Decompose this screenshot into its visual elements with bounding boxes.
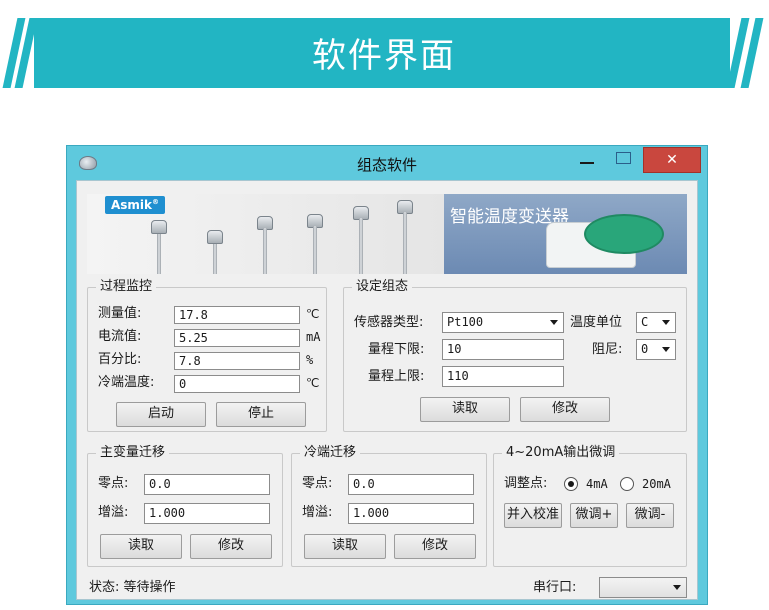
serial-port-label: 串行口:	[533, 580, 577, 595]
close-button[interactable]: ✕	[643, 147, 701, 173]
product-image: Asmik® 智能温度变送器	[87, 194, 687, 274]
sensor-stem	[313, 226, 317, 274]
chevron-down-icon	[662, 347, 670, 352]
brand-mark: ®	[152, 198, 160, 206]
pv-gain-label: 增溢:	[98, 505, 129, 520]
process-monitor-group: 过程监控 测量值: 17.8 ℃ 电流值: 5.25 mA 百分比: 7.8 %…	[87, 279, 327, 432]
cj-gain-label: 增溢:	[302, 505, 333, 520]
start-button[interactable]: 启动	[116, 402, 206, 427]
current-field[interactable]: 5.25	[174, 329, 300, 347]
cj-gain-field[interactable]: 1.000	[348, 503, 474, 524]
status-text: 状态: 等待操作	[89, 580, 176, 595]
chevron-down-icon	[662, 320, 670, 325]
damping-select[interactable]: 0	[636, 339, 676, 360]
window-title: 组态软件	[356, 156, 417, 174]
cj-shift-group: 冷端迁移 零点: 0.0 增溢: 1.000 读取 修改	[291, 445, 487, 567]
brand-logo: Asmik®	[105, 196, 166, 214]
damping-value: 0	[641, 342, 649, 356]
sensor-stem	[403, 212, 407, 274]
sensor-stem	[213, 244, 217, 274]
chevron-down-icon	[673, 585, 681, 590]
temp-unit-value: C	[641, 315, 649, 329]
sensor-stem	[359, 218, 363, 274]
banner-title: 软件界面	[312, 36, 456, 76]
header-banner: 软件界面	[2, 18, 764, 88]
trim-down-button[interactable]: 微调-	[626, 503, 674, 528]
brand-name: Asmik	[111, 198, 153, 212]
config-read-button[interactable]: 读取	[420, 397, 510, 422]
pv-zero-label: 零点:	[98, 476, 129, 491]
group-title: 主变量迁移	[96, 445, 170, 461]
sensor-head	[151, 220, 167, 234]
sensor-stem	[263, 228, 267, 274]
output-trim-group: 4~20mA输出微调 调整点: 4mA 20mA 并入校准 微调+ 微调-	[493, 445, 687, 567]
range-high-field[interactable]: 110	[442, 366, 564, 387]
config-group: 设定组态 传感器类型: Pt100 温度单位 C 量程下限: 10 阻尼: 0 …	[343, 279, 687, 432]
pv-gain-field[interactable]: 1.000	[144, 503, 270, 524]
pv-read-button[interactable]: 读取	[100, 534, 182, 559]
range-low-label: 量程下限:	[368, 342, 425, 357]
config-window: 组态软件 ✕ Asmik® 智能温度变送器 过程监控 测量值: 17.8 ℃ 电…	[66, 145, 708, 605]
range-high-label: 量程上限:	[368, 369, 425, 384]
serial-port-select[interactable]	[599, 577, 687, 598]
sensor-type-select[interactable]: Pt100	[442, 312, 564, 333]
sensor-stem	[157, 234, 161, 274]
adjust-point-label: 调整点:	[504, 476, 548, 491]
stop-button[interactable]: 停止	[216, 402, 306, 427]
cold-junction-unit: ℃	[306, 376, 320, 390]
trim-up-button[interactable]: 微调+	[570, 503, 618, 528]
group-title: 过程监控	[96, 279, 157, 295]
temp-unit-label: 温度单位	[570, 315, 623, 330]
maximize-button[interactable]	[616, 152, 631, 164]
percent-field[interactable]: 7.8	[174, 352, 300, 370]
current-label: 电流值:	[98, 329, 142, 344]
radio-4ma-label: 4mA	[586, 477, 608, 491]
pv-modify-button[interactable]: 修改	[190, 534, 272, 559]
pv-shift-group: 主变量迁移 零点: 0.0 增溢: 1.000 读取 修改	[87, 445, 283, 567]
title-bar[interactable]: 组态软件 ✕	[67, 146, 707, 181]
cj-zero-field[interactable]: 0.0	[348, 474, 474, 495]
calibrate-button[interactable]: 并入校准	[504, 503, 562, 528]
group-title: 冷端迁移	[300, 445, 361, 461]
radio-4ma[interactable]	[564, 477, 578, 491]
sensor-type-label: 传感器类型:	[354, 315, 424, 330]
chevron-down-icon	[550, 320, 558, 325]
measured-label: 测量值:	[98, 306, 142, 321]
cj-read-button[interactable]: 读取	[304, 534, 386, 559]
cold-junction-field[interactable]: 0	[174, 375, 300, 393]
cold-junction-label: 冷端温度:	[98, 375, 155, 390]
product-panel: 智能温度变送器	[444, 194, 687, 274]
radio-20ma[interactable]	[620, 477, 634, 491]
minimize-button[interactable]	[580, 162, 594, 164]
group-title: 4~20mA输出微调	[502, 445, 620, 461]
percent-label: 百分比:	[98, 352, 142, 367]
group-title: 设定组态	[352, 279, 413, 295]
window-client: Asmik® 智能温度变送器 过程监控 测量值: 17.8 ℃ 电流值: 5.2…	[76, 180, 698, 600]
range-low-field[interactable]: 10	[442, 339, 564, 360]
percent-unit: %	[306, 353, 314, 367]
current-unit: mA	[306, 330, 321, 344]
cj-zero-label: 零点:	[302, 476, 333, 491]
radio-20ma-label: 20mA	[642, 477, 671, 491]
measured-field[interactable]: 17.8	[174, 306, 300, 324]
temp-unit-select[interactable]: C	[636, 312, 676, 333]
transmitter-terminal	[584, 214, 664, 254]
sensor-type-value: Pt100	[447, 315, 484, 329]
cj-modify-button[interactable]: 修改	[394, 534, 476, 559]
measured-unit: ℃	[306, 307, 320, 321]
sensor-head	[207, 230, 223, 244]
damping-label: 阻尼:	[592, 342, 623, 357]
pv-zero-field[interactable]: 0.0	[144, 474, 270, 495]
config-modify-button[interactable]: 修改	[520, 397, 610, 422]
